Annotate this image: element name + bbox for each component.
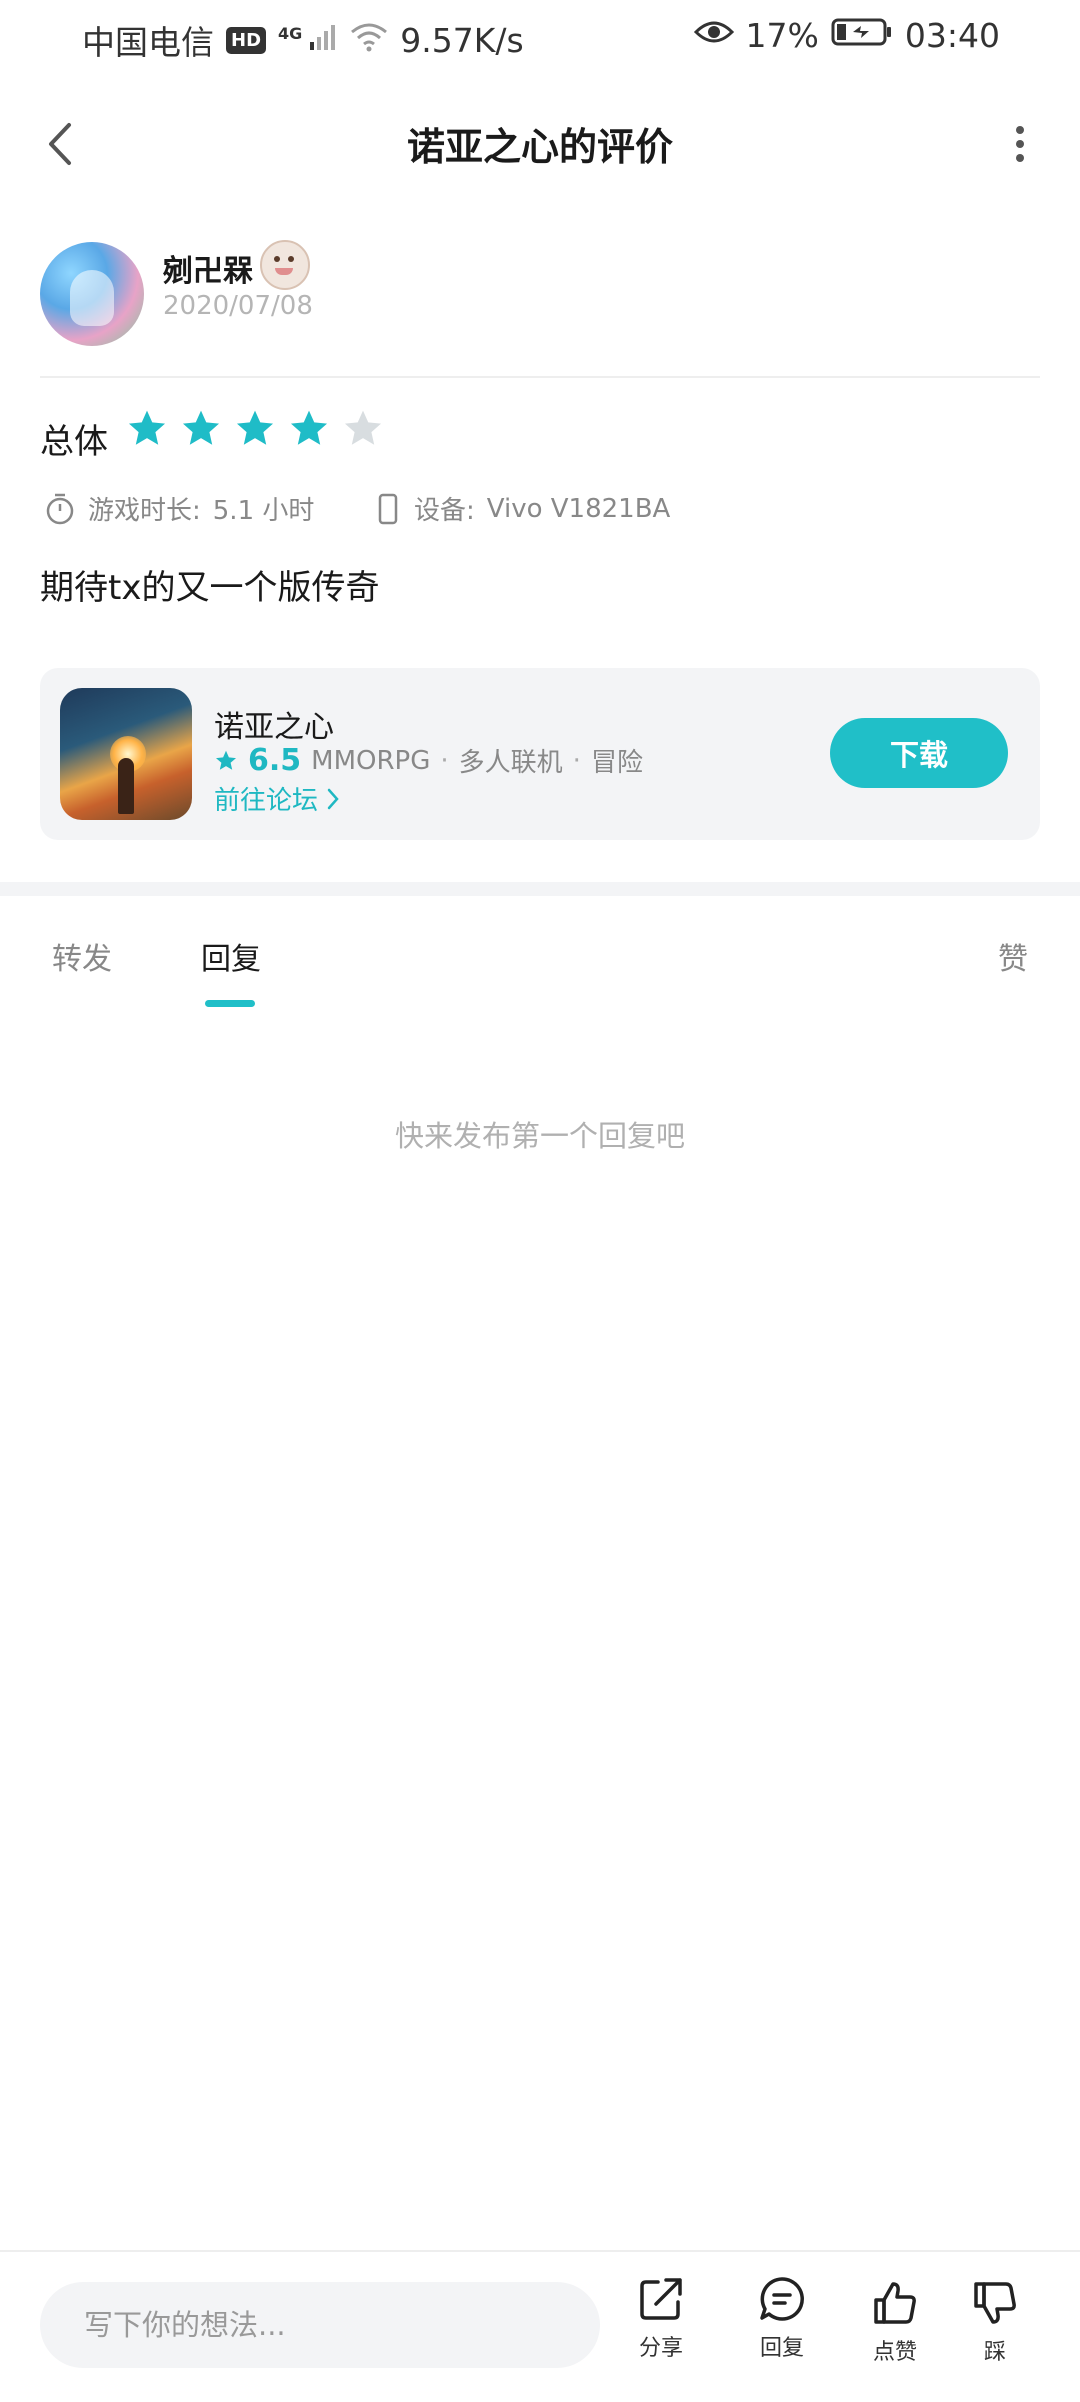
eye-icon [693,16,734,55]
game-tag: MMORPG [311,745,431,776]
empty-state-text: 快来发布第一个回复吧 [394,1119,685,1153]
thumbs-down-icon [974,2282,1016,2324]
username[interactable]: 剜卍槑 [163,246,253,290]
section-divider [0,882,1080,896]
comment-icon [760,2277,804,2321]
wifi-icon [350,21,388,60]
battery-percent: 17% [745,16,819,55]
like-button[interactable]: 点赞 [850,2278,940,2366]
like-label: 点赞 [872,2340,917,2365]
chevron-right-icon [327,788,339,809]
game-meta: 6.5 MMORPG · 多人联机 · 冒险 [214,742,643,779]
network-speed: 9.57K/s [400,20,524,60]
download-button[interactable]: 下载 [830,718,1008,788]
tab-repost[interactable]: 转发 [52,934,112,978]
more-button[interactable] [990,112,1050,176]
avatar[interactable] [40,242,144,346]
more-vertical-icon [1016,126,1024,162]
game-tag: 冒险 [590,748,643,778]
forum-link-label: 前往论坛 [214,786,319,816]
bottom-bar: 分享 回复 点赞 踩 [0,2250,1080,2402]
star-filled-icon [182,410,220,445]
clock: 03:40 [904,16,1000,55]
status-bar: 中国电信 HD 4G 9.57K/s 17% 03:40 [0,0,1080,76]
rating-stars [126,408,384,450]
tab-indicator [205,1000,255,1007]
thumbs-up-icon [874,2282,916,2324]
share-label: 分享 [638,2336,683,2361]
game-tag: 多人联机 [458,748,563,778]
device-label: 设备: [414,496,475,526]
game-score: 6.5 [248,743,302,778]
tab-reply[interactable]: 回复 [201,934,261,978]
phone-icon [378,493,398,524]
network-type: 4G [278,23,303,43]
user-badge-icon [260,240,310,290]
review-text: 期待tx的又一个版传奇 [40,568,380,608]
device-value: Vivo V1821BA [486,493,671,524]
battery-icon [831,16,893,55]
post-date: 2020/07/08 [163,291,313,321]
page-title: 诺亚之心的评价 [406,125,673,169]
device: 设备: Vivo V1821BA [374,490,670,527]
star-filled-icon [236,410,274,445]
separator: · [440,745,449,776]
share-icon [640,2278,682,2320]
reply-button[interactable]: 回复 [737,2274,827,2362]
game-card[interactable]: 诺亚之心 6.5 MMORPG · 多人联机 · 冒险 前往论坛 下载 [40,668,1040,840]
timer-icon [46,493,74,524]
rating-label: 总体 [40,422,108,462]
star-icon [216,750,236,770]
star-filled-icon [128,410,166,445]
star-filled-icon [290,410,328,445]
signal-icon [308,21,338,60]
carrier-name: 中国电信 [82,23,214,62]
share-button[interactable]: 分享 [616,2274,706,2362]
comment-input[interactable] [40,2282,600,2368]
header: 诺亚之心的评价 [0,100,1080,188]
play-time: 游戏时长: 5.1 小时 [44,490,314,527]
separator: · [572,745,581,776]
play-time-value: 5.1 小时 [212,496,315,526]
game-icon[interactable] [60,688,192,820]
reply-label: 回复 [759,2336,804,2361]
star-empty-icon [344,410,382,445]
tab-likes[interactable]: 赞 [998,934,1028,978]
hd-badge: HD [226,26,267,54]
dislike-button[interactable]: 踩 [950,2278,1040,2366]
forum-link[interactable]: 前往论坛 [214,780,340,817]
game-name[interactable]: 诺亚之心 [214,702,334,746]
play-time-label: 游戏时长: [88,496,201,526]
divider [40,376,1040,378]
dislike-label: 踩 [983,2340,1006,2365]
